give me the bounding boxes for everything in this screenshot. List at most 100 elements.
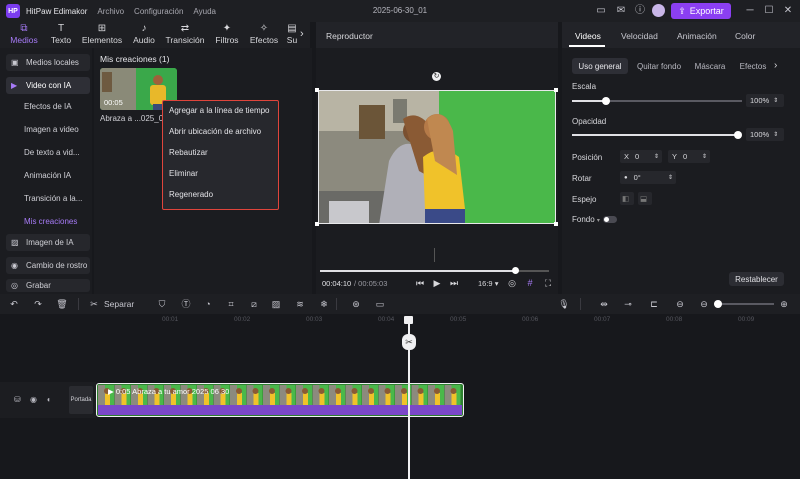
grid-icon[interactable]: #	[524, 277, 536, 289]
tab-texto[interactable]: T Texto	[44, 22, 78, 48]
step-forward-icon[interactable]: ⏭	[448, 277, 460, 289]
tab-subtitulos[interactable]: ▤ Su	[284, 22, 300, 48]
zoom-slider[interactable]	[714, 303, 774, 305]
stepper-icon[interactable]: ⇕	[668, 174, 673, 181]
zoom-out-icon[interactable]: ⊖	[698, 298, 710, 310]
menu-configuracion[interactable]: Configuración	[134, 7, 183, 16]
sidebar-item-video-con-ia[interactable]: ▶ Video con IA	[6, 77, 90, 94]
opacity-input[interactable]: 100% ⇕	[746, 128, 784, 141]
progress-bar[interactable]	[320, 270, 515, 272]
adjust-icon[interactable]: ≋	[294, 298, 306, 310]
rotate-input[interactable]: ● 0° ⇕	[620, 171, 676, 184]
menu-item-rename[interactable]: Rebautizar	[169, 148, 277, 157]
chevron-right-icon[interactable]: ›	[774, 60, 777, 71]
rotate-handle-icon[interactable]: ↻	[432, 72, 441, 81]
timeline-ruler[interactable]	[96, 314, 800, 328]
stepper-icon[interactable]: ⇕	[702, 153, 707, 160]
layout-icon[interactable]: ▭	[595, 5, 607, 17]
freeze-frame-icon[interactable]: ⧄	[248, 298, 260, 310]
play-icon[interactable]: ▶	[431, 277, 443, 289]
snapshot-icon[interactable]: ◎	[506, 277, 518, 289]
reset-button[interactable]: Restablecer	[729, 272, 784, 286]
tab-animacion[interactable]: Animación	[677, 31, 717, 41]
sidebar-item-animacion-ia[interactable]: Animación IA	[6, 167, 90, 184]
subtab-efectos[interactable]: Efectos	[736, 58, 770, 74]
close-icon[interactable]: ✕	[782, 5, 794, 17]
tab-color[interactable]: Color	[735, 31, 755, 41]
sidebar-item-cambio-de-rostro[interactable]: ◉ Cambio de rostro	[6, 257, 90, 274]
tab-velocidad[interactable]: Velocidad	[621, 31, 658, 41]
flip-vertical-icon[interactable]: ⬓	[638, 192, 652, 205]
opacity-slider[interactable]	[572, 134, 738, 136]
menu-item-open-location[interactable]: Abrir ubicación de archivo	[169, 127, 277, 136]
tab-efectos[interactable]: ✧ Efectos	[246, 22, 282, 48]
maximize-icon[interactable]: ☐	[763, 5, 775, 17]
tab-medios[interactable]: ⧉ Medios	[6, 22, 42, 48]
sidebar-item-imagen-de-ia[interactable]: ▨ Imagen de IA	[6, 234, 90, 251]
subtab-quitar-fondo[interactable]: Quitar fondo	[632, 58, 686, 74]
fullscreen-icon[interactable]: ⛶	[542, 277, 554, 289]
tab-videos[interactable]: Videos	[575, 31, 601, 41]
image-frame-icon[interactable]: ▨	[270, 298, 282, 310]
track-stack-icon[interactable]: ⛁	[14, 395, 21, 404]
feedback-icon[interactable]: ✉	[615, 5, 627, 17]
redo-icon[interactable]: ↷	[32, 298, 44, 310]
shield-icon[interactable]: ⛉	[156, 298, 168, 310]
menu-item-regenerate[interactable]: Regenerado	[169, 190, 277, 199]
delete-icon[interactable]: 🗑	[56, 298, 68, 310]
speed-icon[interactable]: ◔	[202, 298, 214, 310]
scale-input[interactable]: 100% ⇕	[746, 94, 784, 107]
speaker-icon[interactable]: ◖	[46, 395, 51, 404]
export-button[interactable]: ⇪ Exportar	[671, 3, 731, 19]
crop-icon[interactable]: ⌗	[225, 298, 237, 310]
sidebar-item-efectos-de-ia[interactable]: Efectos de IA	[6, 98, 90, 115]
flip-horizontal-icon[interactable]: ◧	[620, 192, 634, 205]
split-button[interactable]: Separar	[104, 298, 134, 310]
microphone-icon[interactable]: 🎙	[558, 298, 570, 310]
chevron-right-icon[interactable]: ›	[300, 28, 304, 40]
resize-handle-br[interactable]	[554, 222, 558, 226]
tab-filtros[interactable]: ✦ Filtros	[210, 22, 244, 48]
scale-slider-knob[interactable]	[602, 97, 610, 105]
cover-button[interactable]: Portada	[69, 386, 93, 414]
text-box-icon[interactable]: Ⓣ	[180, 298, 192, 310]
snowflake-icon[interactable]: ❄	[318, 298, 330, 310]
video-preview[interactable]	[318, 90, 556, 224]
snap-icon[interactable]: ⊸	[622, 298, 634, 310]
eye-icon[interactable]: ◉	[30, 395, 37, 404]
screen-icon[interactable]: ▭	[374, 298, 386, 310]
sidebar-item-medios-locales[interactable]: ▣ Medios locales	[6, 54, 90, 71]
sidebar-item-imagen-a-video[interactable]: Imagen a video	[6, 121, 90, 138]
tab-transicion[interactable]: ⇄ Transición	[164, 22, 206, 48]
split-view-icon[interactable]: ⊏	[648, 298, 660, 310]
ai-tools-icon[interactable]: ⊛	[350, 298, 362, 310]
menu-archivo[interactable]: Archivo	[97, 7, 124, 16]
zoom-in-icon[interactable]: ⊕	[778, 298, 790, 310]
zoom-slider-knob[interactable]	[714, 300, 722, 308]
resize-handle-tr[interactable]	[554, 88, 558, 92]
link-icon[interactable]: ⇹	[598, 298, 610, 310]
aspect-ratio-select[interactable]: 16:9 ▾	[478, 279, 498, 288]
subtab-mascara[interactable]: Máscara	[690, 58, 730, 74]
undo-icon[interactable]: ↶	[8, 298, 20, 310]
playhead-handle[interactable]	[404, 316, 413, 324]
playhead-scissors-icon[interactable]: ✂	[402, 334, 416, 350]
info-icon[interactable]: ⓘ	[634, 5, 646, 17]
menu-item-add-to-timeline[interactable]: Agregar a la línea de tiempo	[169, 106, 277, 115]
avatar[interactable]	[652, 4, 665, 17]
sidebar-item-grabar[interactable]: ◎ Grabar	[6, 279, 90, 292]
position-y-input[interactable]: Y 0 ⇕	[668, 150, 710, 163]
menu-item-delete[interactable]: Eliminar	[169, 169, 277, 178]
menu-ayuda[interactable]: Ayuda	[193, 7, 216, 16]
sidebar-item-texto-a-video[interactable]: De texto a vid...	[6, 144, 90, 161]
tab-elementos[interactable]: ⊞ Elementos	[80, 22, 124, 48]
progress-knob[interactable]	[512, 267, 519, 274]
sidebar-item-mis-creaciones[interactable]: Mis creaciones	[6, 213, 90, 230]
stepper-icon[interactable]: ⇕	[773, 131, 778, 138]
subtab-uso-general[interactable]: Uso general	[572, 58, 628, 74]
preview-icon[interactable]: ⊖	[674, 298, 686, 310]
tab-audio[interactable]: ♪ Audio	[126, 22, 162, 48]
stepper-icon[interactable]: ⇕	[654, 153, 659, 160]
minimize-icon[interactable]: ─	[744, 5, 756, 17]
stepper-icon[interactable]: ⇕	[773, 97, 778, 104]
